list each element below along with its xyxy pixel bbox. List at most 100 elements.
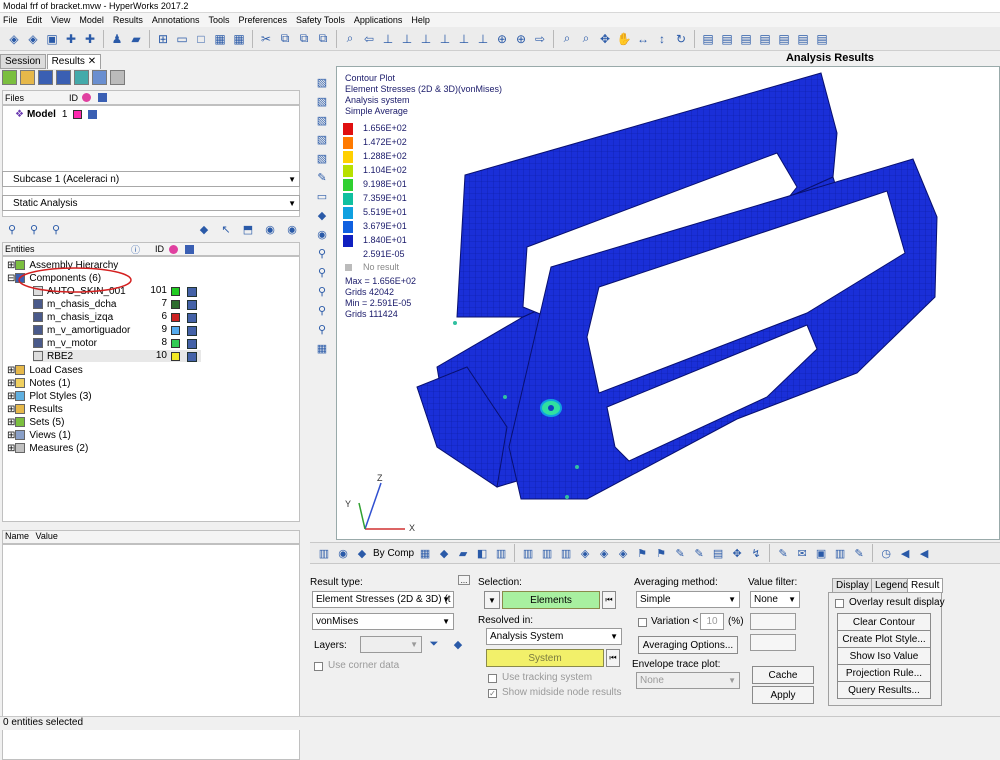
by-comp-label[interactable]: By Comp bbox=[373, 548, 414, 559]
hide-icon[interactable]: ◉ bbox=[284, 221, 300, 237]
curve-icon[interactable]: ✎ bbox=[851, 545, 867, 561]
resolved-in-select[interactable]: Analysis System ▼ bbox=[486, 628, 622, 645]
query-results-button[interactable]: Query Results... bbox=[837, 681, 931, 699]
expand-icon[interactable]: ⊞ bbox=[7, 443, 15, 454]
component-row[interactable]: m_chasis_dcha bbox=[33, 298, 116, 310]
export-icon[interactable]: ✚ bbox=[63, 31, 79, 47]
cut-icon[interactable]: ✂ bbox=[258, 31, 274, 47]
open-model-icon[interactable]: ◈ bbox=[6, 31, 22, 47]
view-front-icon[interactable]: ⊥ bbox=[380, 31, 396, 47]
tree-item-sets[interactable]: ⊞ Sets (5) bbox=[7, 416, 64, 428]
elements-button[interactable]: Elements bbox=[502, 591, 600, 609]
mirror-icon[interactable]: ◧ bbox=[474, 545, 490, 561]
tree-item-results[interactable]: ⊞ Results bbox=[7, 403, 63, 415]
create-plot-style-button[interactable]: Create Plot Style... bbox=[837, 630, 931, 648]
layer-stack-icon[interactable]: ◆ bbox=[450, 636, 466, 652]
apply-button[interactable]: Apply bbox=[752, 686, 814, 704]
measure-icon[interactable]: ⚑ bbox=[634, 545, 650, 561]
step-back-icon[interactable]: ◀ bbox=[916, 545, 932, 561]
trace-icon[interactable]: ✎ bbox=[672, 545, 688, 561]
note-tool-icon[interactable]: ⚲ bbox=[314, 264, 330, 280]
pan-icon[interactable]: ✋ bbox=[616, 31, 632, 47]
filter-max-input[interactable] bbox=[750, 634, 796, 651]
menu-model[interactable]: Model bbox=[79, 15, 104, 25]
vertical-icon[interactable]: ↕ bbox=[654, 31, 670, 47]
use-tracking-checkbox[interactable] bbox=[488, 674, 497, 683]
add-page-icon[interactable]: ⊞ bbox=[155, 31, 171, 47]
vector-icon[interactable]: ▥ bbox=[558, 545, 574, 561]
view-bottom-icon[interactable]: ⊥ bbox=[475, 31, 491, 47]
projection-rule-button[interactable]: Projection Rule... bbox=[837, 664, 931, 682]
color-swatch[interactable] bbox=[171, 339, 180, 348]
view-user-icon[interactable]: ⊕ bbox=[513, 31, 529, 47]
measure-tool-icon[interactable]: ⚲ bbox=[314, 245, 330, 261]
move-icon[interactable]: ✥ bbox=[597, 31, 613, 47]
page-layout-7-icon[interactable]: ▤ bbox=[814, 31, 830, 47]
contour-icon[interactable] bbox=[20, 70, 35, 85]
layer-icon[interactable] bbox=[56, 70, 71, 85]
query-tool-icon[interactable]: ⚲ bbox=[314, 302, 330, 318]
tree-item-measures[interactable]: ⊞ Measures (2) bbox=[7, 442, 88, 454]
layers-select[interactable]: ▼ bbox=[360, 636, 422, 653]
tab-display[interactable]: Display bbox=[832, 578, 873, 593]
zoom-in-icon[interactable]: ⌕ bbox=[578, 31, 594, 47]
filter-add-icon[interactable]: ⚲ bbox=[26, 221, 42, 237]
by-comp-icon[interactable]: ◆ bbox=[354, 545, 370, 561]
bolt-icon[interactable]: ↯ bbox=[748, 545, 764, 561]
layout-icon[interactable]: □ bbox=[193, 31, 209, 47]
simulation-select[interactable]: Static Analysis ▼ bbox=[2, 195, 300, 211]
variation-input[interactable]: 10 bbox=[700, 613, 724, 630]
tab-results[interactable]: Results ✕ bbox=[46, 54, 102, 69]
value-filter-select[interactable]: None ▼ bbox=[750, 591, 800, 608]
color-swatch[interactable] bbox=[171, 313, 180, 322]
horizontal-icon[interactable]: ↔ bbox=[635, 31, 651, 47]
window-grid-icon[interactable]: ▦ bbox=[212, 31, 228, 47]
system-button[interactable]: System bbox=[486, 649, 604, 667]
tab-result[interactable]: Result bbox=[907, 578, 944, 593]
menu-results[interactable]: Results bbox=[113, 15, 143, 25]
hotspot-tool-icon[interactable]: ⚲ bbox=[314, 283, 330, 299]
tensor-icon[interactable]: ◈ bbox=[577, 545, 593, 561]
tree-item-views[interactable]: ⊞ Views (1) bbox=[7, 429, 71, 441]
clock-icon[interactable]: ◷ bbox=[878, 545, 894, 561]
page-layout-2-icon[interactable]: ▤ bbox=[719, 31, 735, 47]
menu-edit[interactable]: Edit bbox=[27, 15, 43, 25]
variation-checkbox[interactable] bbox=[638, 618, 647, 627]
results-icon[interactable] bbox=[2, 70, 17, 85]
section-tool-icon[interactable]: ◆ bbox=[314, 207, 330, 223]
pointer-icon[interactable]: ↖ bbox=[218, 221, 234, 237]
view-iso-icon[interactable]: ⊕ bbox=[494, 31, 510, 47]
filter-remove-icon[interactable]: ⚲ bbox=[48, 221, 64, 237]
display-toggle-icon[interactable] bbox=[187, 300, 197, 310]
view-top-icon[interactable]: ⊥ bbox=[456, 31, 472, 47]
user-icon[interactable]: ♟ bbox=[109, 31, 125, 47]
cube-select-icon[interactable]: ◆ bbox=[196, 221, 212, 237]
display-toggle-icon[interactable] bbox=[187, 313, 197, 323]
display-toggle-icon[interactable] bbox=[187, 287, 197, 297]
iso-value-icon[interactable]: ◈ bbox=[615, 545, 631, 561]
envelope-select[interactable]: None ▼ bbox=[636, 672, 740, 689]
color-swatch[interactable] bbox=[171, 287, 180, 296]
menu-help[interactable]: Help bbox=[411, 15, 430, 25]
isolate-icon[interactable]: ⬒ bbox=[240, 221, 256, 237]
view-left-icon[interactable]: ⊥ bbox=[418, 31, 434, 47]
overlay-checkbox[interactable] bbox=[835, 599, 844, 608]
arrow-right-icon[interactable]: ⇨ bbox=[532, 31, 548, 47]
monitor-tool-icon[interactable]: ▭ bbox=[314, 188, 330, 204]
color-swatch[interactable] bbox=[171, 352, 180, 361]
averaging-select[interactable]: Simple ▼ bbox=[636, 591, 740, 608]
assembly-icon[interactable] bbox=[74, 70, 89, 85]
show-icon[interactable]: ◉ bbox=[262, 221, 278, 237]
subcase-select[interactable]: Subcase 1 (Aceleraci n) ▼ bbox=[2, 171, 300, 187]
zoom-icon[interactable]: ⌕ bbox=[342, 31, 358, 47]
show-iso-value-button[interactable]: Show Iso Value bbox=[837, 647, 931, 665]
result-type-more-button[interactable]: ... bbox=[458, 575, 470, 585]
menu-preferences[interactable]: Preferences bbox=[238, 15, 287, 25]
fit-icon[interactable]: ⌕ bbox=[559, 31, 575, 47]
chart-icon[interactable]: ▥ bbox=[832, 545, 848, 561]
copy-icon[interactable]: ⧉ bbox=[277, 31, 293, 47]
query-icon[interactable]: ✎ bbox=[691, 545, 707, 561]
deform-tool-icon[interactable]: ▧ bbox=[314, 93, 330, 109]
paste-icon[interactable]: ⧉ bbox=[296, 31, 312, 47]
averaging-options-button[interactable]: Averaging Options... bbox=[638, 636, 738, 654]
